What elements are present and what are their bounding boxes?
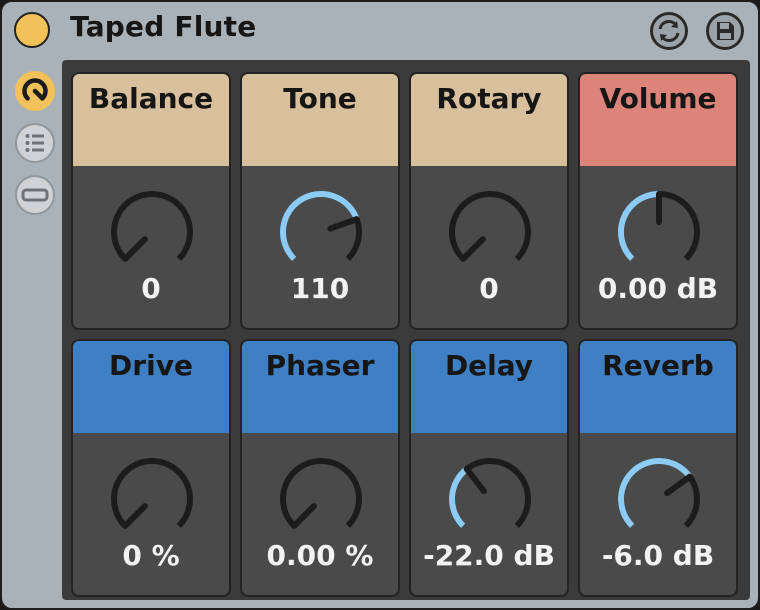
device-power-button[interactable] xyxy=(14,12,50,48)
volume-header: Volume xyxy=(580,74,736,166)
delay-value: -22.0 dB xyxy=(423,539,555,572)
balance-value: 0 xyxy=(141,272,161,305)
phaser-knob-pointer xyxy=(291,503,317,529)
drive-knob-track xyxy=(111,458,193,528)
list-icon xyxy=(15,123,55,163)
reverb-knob[interactable] xyxy=(613,453,705,545)
reverb-knob-value-arc xyxy=(618,458,693,528)
balance-knob[interactable] xyxy=(106,186,198,278)
device-window: Taped Flute Balance 0 Tone 110 Rotary 0 … xyxy=(0,0,760,610)
rotary-label: Rotary xyxy=(436,82,542,115)
macro-view-button[interactable] xyxy=(14,70,56,112)
delay-header: Delay xyxy=(411,341,567,433)
balance-header: Balance xyxy=(73,74,229,166)
control-card-reverb: Reverb -6.0 dB xyxy=(578,339,738,597)
control-card-delay: Delay -22.0 dB xyxy=(409,339,569,597)
control-card-drive: Drive 0 % xyxy=(71,339,231,597)
control-card-volume: Volume 0.00 dB xyxy=(578,72,738,330)
tone-knob[interactable] xyxy=(275,186,367,278)
volume-knob-value-arc xyxy=(618,191,660,261)
rotary-value: 0 xyxy=(479,272,499,305)
reverb-knob-pointer xyxy=(664,473,693,497)
bar-view-button[interactable] xyxy=(14,174,56,216)
tone-value: 110 xyxy=(290,272,350,305)
list-view-button[interactable] xyxy=(14,122,56,164)
drive-knob-pointer xyxy=(122,503,148,529)
bar-icon xyxy=(15,175,55,215)
control-card-tone: Tone 110 xyxy=(240,72,400,330)
rotary-knob-pointer xyxy=(460,236,486,262)
sidebar xyxy=(8,60,62,600)
tone-knob-value-arc xyxy=(280,191,360,261)
drive-header: Drive xyxy=(73,341,229,433)
reverb-value: -6.0 dB xyxy=(601,539,715,572)
drive-label: Drive xyxy=(109,349,193,382)
reverb-label: Reverb xyxy=(602,349,714,382)
delay-knob-value-arc xyxy=(449,466,469,528)
phaser-header: Phaser xyxy=(242,341,398,433)
rotary-knob[interactable] xyxy=(444,186,536,278)
delay-label: Delay xyxy=(444,349,534,382)
volume-value: 0.00 dB xyxy=(597,272,719,305)
save-button[interactable] xyxy=(706,12,744,50)
delay-knob[interactable] xyxy=(444,453,536,545)
volume-label: Volume xyxy=(599,82,717,115)
control-card-balance: Balance 0 xyxy=(71,72,231,330)
drive-value: 0 % xyxy=(122,539,180,572)
phaser-knob[interactable] xyxy=(275,453,367,545)
sync-icon xyxy=(651,13,687,49)
macro-knob-icon xyxy=(15,71,55,111)
phaser-label: Phaser xyxy=(265,349,375,382)
balance-knob-pointer xyxy=(122,236,148,262)
title-bar: Taped Flute xyxy=(2,2,758,58)
control-card-rotary: Rotary 0 xyxy=(409,72,569,330)
rotary-header: Rotary xyxy=(411,74,567,166)
rotary-knob-track xyxy=(449,191,531,261)
tone-knob-pointer xyxy=(327,216,360,232)
delay-knob-pointer xyxy=(463,465,487,495)
phaser-value: 0.00 % xyxy=(266,539,374,572)
tone-label: Tone xyxy=(283,82,357,115)
tone-header: Tone xyxy=(242,74,398,166)
balance-knob-track xyxy=(111,191,193,261)
save-icon xyxy=(707,13,743,49)
sync-button[interactable] xyxy=(650,12,688,50)
control-card-phaser: Phaser 0.00 % xyxy=(240,339,400,597)
volume-knob[interactable] xyxy=(613,186,705,278)
balance-label: Balance xyxy=(88,82,214,115)
phaser-knob-track xyxy=(280,458,362,528)
drive-knob[interactable] xyxy=(106,453,198,545)
device-title: Taped Flute xyxy=(70,10,257,43)
reverb-header: Reverb xyxy=(580,341,736,433)
